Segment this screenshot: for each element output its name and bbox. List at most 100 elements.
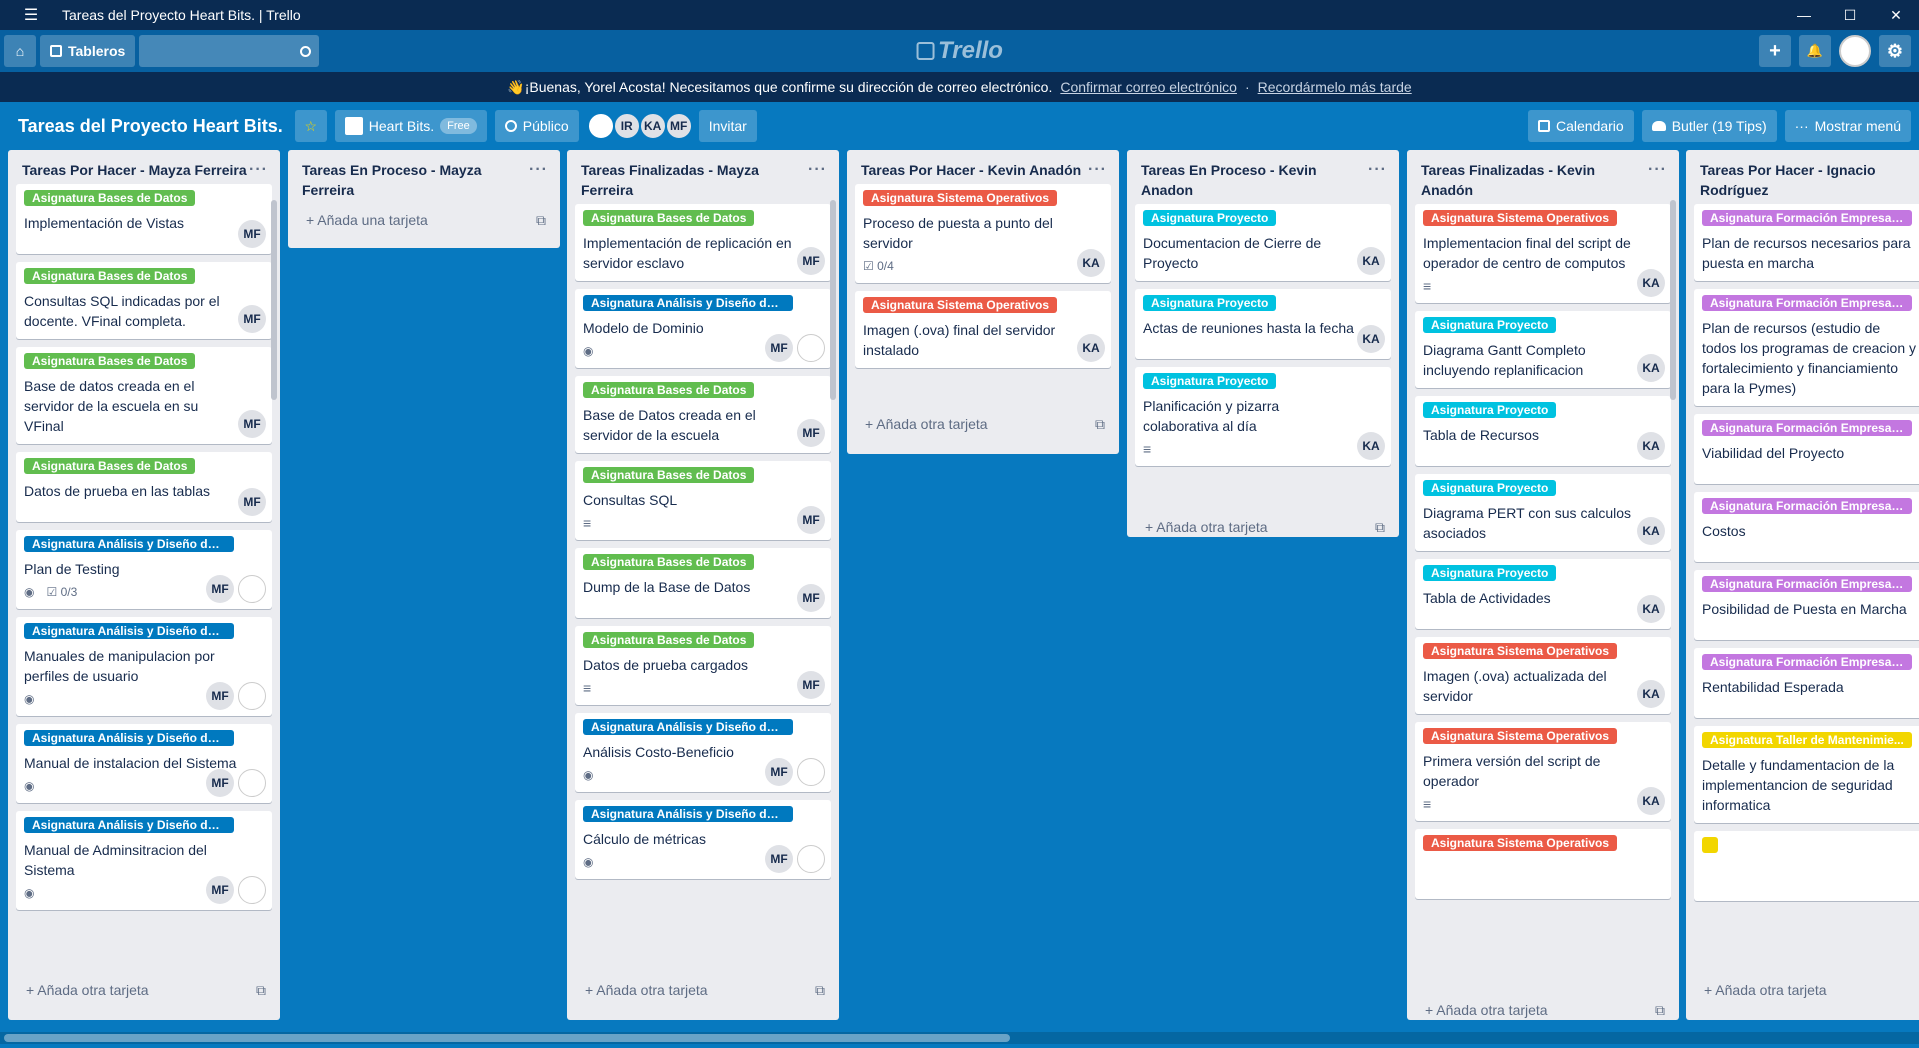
card-label[interactable]: Asignatura Sistema Operativos — [863, 190, 1058, 206]
list-menu-icon[interactable]: ··· — [1648, 160, 1667, 200]
card-label[interactable]: Asignatura Bases de Datos — [583, 554, 755, 570]
card-label[interactable]: Asignatura Proyecto — [1143, 373, 1277, 389]
card-label[interactable]: Asignatura Proyecto — [1143, 295, 1277, 311]
card-member-avatar[interactable]: MF — [797, 419, 825, 447]
card-member-avatar[interactable]: MF — [206, 769, 234, 797]
card-member-avatar[interactable]: MF — [238, 220, 266, 248]
list-scrollbar[interactable] — [271, 200, 277, 400]
card[interactable]: Asignatura Análisis y Diseño de ... Manua… — [16, 811, 272, 910]
card[interactable]: Asignatura Proyecto Planificación y pizar… — [1135, 367, 1391, 466]
maximize-icon[interactable]: ☐ — [1827, 7, 1873, 24]
card[interactable]: Asignatura Sistema Operativos Imagen (.ov… — [1415, 637, 1671, 714]
card-label[interactable]: Asignatura Proyecto — [1143, 210, 1277, 226]
add-card-button[interactable]: + Añada otra tarjeta ⧉ — [847, 408, 1119, 443]
horizontal-scroll-thumb[interactable] — [4, 1034, 1010, 1042]
card-member-avatar[interactable]: KA — [1637, 432, 1665, 460]
template-icon[interactable]: ⧉ — [815, 982, 825, 999]
boards-button[interactable]: Tableros — [40, 35, 136, 67]
card-member-avatar[interactable]: MF — [206, 876, 234, 904]
card-member-avatar[interactable]: MF — [238, 410, 266, 438]
list-title[interactable]: Tareas Por Hacer - Mayza Ferreira — [22, 160, 247, 180]
card-label[interactable]: Asignatura Formación Empresarial — [1702, 498, 1912, 514]
card-member-image-avatar[interactable] — [797, 758, 825, 786]
card-label[interactable]: Asignatura Formación Empresarial — [1702, 654, 1912, 670]
card-member-avatar[interactable]: KA — [1637, 354, 1665, 382]
card[interactable]: Asignatura Bases de Datos Consultas SQL ≡ M… — [575, 461, 831, 540]
list-menu-icon[interactable]: ··· — [249, 160, 268, 180]
card-member-avatar[interactable]: MF — [765, 758, 793, 786]
remind-later-link[interactable]: Recordármelo más tarde — [1258, 79, 1412, 95]
card[interactable]: Asignatura Formación Empresarial Viabilid… — [1694, 414, 1919, 484]
card-label[interactable]: Asignatura Sistema Operativos — [1423, 643, 1618, 659]
add-card-button[interactable]: + Añada otra tarjeta ⧉ — [1127, 511, 1399, 546]
trello-logo[interactable]: Trello — [916, 37, 1003, 65]
card-label[interactable]: Asignatura Formación Empresarial — [1702, 295, 1912, 311]
card-member-avatar[interactable]: MF — [797, 247, 825, 275]
card-label[interactable]: Asignatura Bases de Datos — [583, 382, 755, 398]
card-label[interactable]: Asignatura Bases de Datos — [583, 210, 755, 226]
card-member-image-avatar[interactable] — [238, 682, 266, 710]
card-member-avatar[interactable]: MF — [797, 584, 825, 612]
card-label[interactable]: Asignatura Análisis y Diseño de ... — [583, 806, 793, 822]
template-icon[interactable]: ⧉ — [1375, 519, 1385, 536]
card-member-avatar[interactable]: KA — [1077, 334, 1105, 362]
card-label[interactable]: Asignatura Bases de Datos — [24, 353, 196, 369]
list-menu-icon[interactable]: ··· — [1368, 160, 1387, 200]
card-member-avatar[interactable]: KA — [1637, 787, 1665, 815]
hamburger-menu-icon[interactable]: ☰ — [0, 5, 62, 25]
card[interactable]: Asignatura Formación Empresarial Posibili… — [1694, 570, 1919, 640]
list-header[interactable]: Tareas Finalizadas - Mayza Ferreira ··· — [567, 150, 839, 204]
card-member-avatar[interactable]: MF — [797, 506, 825, 534]
card[interactable] — [1694, 831, 1919, 901]
list-title[interactable]: Tareas En Proceso - Kevin Anadon — [1141, 160, 1368, 200]
calendar-button[interactable]: Calendario — [1527, 110, 1634, 142]
list-header[interactable]: Tareas En Proceso - Mayza Ferreira ··· — [288, 150, 560, 204]
card-label[interactable]: Asignatura Bases de Datos — [583, 632, 755, 648]
card[interactable]: Asignatura Bases de Datos Consultas SQL i… — [16, 262, 272, 339]
card-label[interactable]: Asignatura Análisis y Diseño de ... — [24, 730, 234, 746]
card-member-avatar[interactable]: KA — [1637, 517, 1665, 545]
card-label[interactable]: Asignatura Análisis y Diseño de ... — [583, 719, 793, 735]
member-avatar-image[interactable] — [586, 112, 615, 140]
card-label[interactable]: Asignatura Formación Empresarial — [1702, 576, 1912, 592]
add-card-button[interactable]: + Añada una tarjeta ⧉ — [288, 204, 560, 239]
show-menu-button[interactable]: ··· Mostrar menú — [1784, 110, 1911, 142]
list-header[interactable]: Tareas Por Hacer - Ignacio Rodríguez··· — [1686, 150, 1919, 204]
add-card-button[interactable]: + Añada otra tarjeta ⧉ — [567, 974, 839, 1009]
card[interactable]: Asignatura Análisis y Diseño de ... Manua… — [16, 617, 272, 716]
card[interactable]: Asignatura Bases de Datos Dump de la Base… — [575, 548, 831, 618]
card-label[interactable]: Asignatura Proyecto — [1423, 565, 1557, 581]
template-icon[interactable]: ⧉ — [1095, 416, 1105, 433]
card-label[interactable]: Asignatura Sistema Operativos — [1423, 835, 1618, 851]
card-member-avatar[interactable]: MF — [765, 334, 793, 362]
list-title[interactable]: Tareas Por Hacer - Ignacio Rodríguez — [1700, 160, 1919, 200]
notifications-button[interactable]: 🔔 — [1799, 35, 1831, 67]
card-member-image-avatar[interactable] — [797, 334, 825, 362]
card-member-image-avatar[interactable] — [238, 876, 266, 904]
card-member-avatar[interactable]: MF — [206, 682, 234, 710]
card[interactable]: Asignatura Sistema Operativos Proceso de … — [855, 184, 1111, 283]
butler-button[interactable]: Butler (19 Tips) — [1641, 110, 1777, 142]
member-avatar[interactable]: MF — [664, 112, 693, 140]
user-avatar[interactable] — [1839, 35, 1871, 67]
card-member-image-avatar[interactable] — [797, 845, 825, 873]
card-member-image-avatar[interactable] — [238, 769, 266, 797]
template-icon[interactable]: ⧉ — [536, 212, 546, 229]
card[interactable]: Asignatura Análisis y Diseño de ... Plan … — [16, 530, 272, 609]
card-label[interactable]: Asignatura Análisis y Diseño de ... — [24, 817, 234, 833]
card[interactable]: Asignatura Proyecto Documentacion de Cier… — [1135, 204, 1391, 281]
card-member-image-avatar[interactable] — [238, 575, 266, 603]
card-label[interactable]: Asignatura Proyecto — [1423, 317, 1557, 333]
card-member-avatar[interactable]: MF — [238, 305, 266, 333]
card-label[interactable]: Asignatura Proyecto — [1423, 480, 1557, 496]
card[interactable]: Asignatura Sistema Operativos — [1415, 829, 1671, 899]
card[interactable]: Asignatura Formación Empresarial Rentabil… — [1694, 648, 1919, 718]
list-header[interactable]: Tareas Por Hacer - Kevin Anadón ··· — [847, 150, 1119, 184]
list-scrollbar[interactable] — [830, 200, 836, 400]
card-member-avatar[interactable]: KA — [1637, 269, 1665, 297]
list-menu-icon[interactable]: ··· — [808, 160, 827, 200]
minimize-icon[interactable]: — — [1781, 7, 1827, 24]
card-label[interactable]: Asignatura Análisis y Diseño de ... — [24, 536, 234, 552]
list-title[interactable]: Tareas Finalizadas - Kevin Anadón — [1421, 160, 1648, 200]
card-member-avatar[interactable]: KA — [1637, 680, 1665, 708]
